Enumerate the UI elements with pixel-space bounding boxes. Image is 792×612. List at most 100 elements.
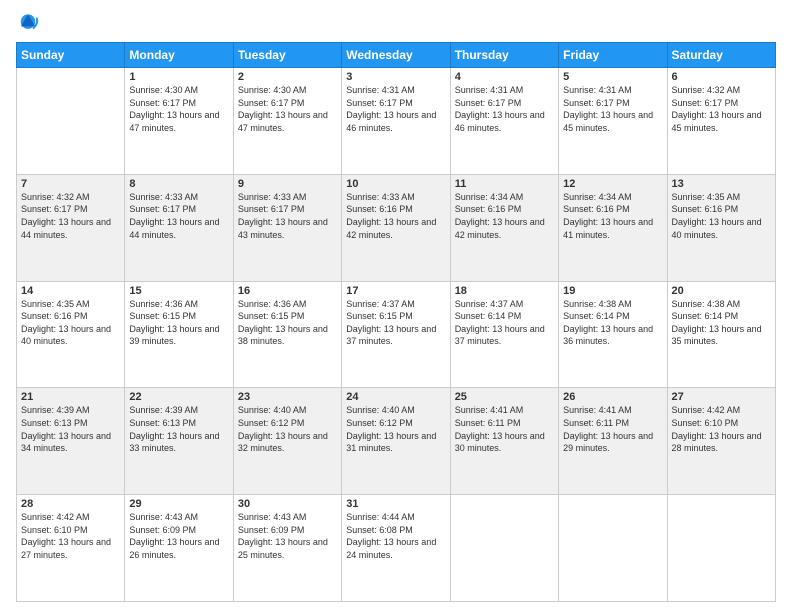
calendar-cell: 27Sunrise: 4:42 AM Sunset: 6:10 PM Dayli… <box>667 388 775 495</box>
calendar-cell: 7Sunrise: 4:32 AM Sunset: 6:17 PM Daylig… <box>17 174 125 281</box>
day-info: Sunrise: 4:32 AM Sunset: 6:17 PM Dayligh… <box>672 84 771 134</box>
day-info: Sunrise: 4:33 AM Sunset: 6:17 PM Dayligh… <box>129 191 228 241</box>
day-number: 4 <box>455 71 554 83</box>
calendar-cell: 26Sunrise: 4:41 AM Sunset: 6:11 PM Dayli… <box>559 388 667 495</box>
calendar-cell: 3Sunrise: 4:31 AM Sunset: 6:17 PM Daylig… <box>342 68 450 175</box>
calendar-cell: 24Sunrise: 4:40 AM Sunset: 6:12 PM Dayli… <box>342 388 450 495</box>
day-info: Sunrise: 4:42 AM Sunset: 6:10 PM Dayligh… <box>21 511 120 561</box>
day-number: 11 <box>455 178 554 190</box>
weekday-header-thursday: Thursday <box>450 43 558 68</box>
day-number: 7 <box>21 178 120 190</box>
day-info: Sunrise: 4:33 AM Sunset: 6:16 PM Dayligh… <box>346 191 445 241</box>
day-number: 14 <box>21 285 120 297</box>
day-number: 16 <box>238 285 337 297</box>
weekday-header-row: SundayMondayTuesdayWednesdayThursdayFrid… <box>17 43 776 68</box>
day-info: Sunrise: 4:34 AM Sunset: 6:16 PM Dayligh… <box>455 191 554 241</box>
day-info: Sunrise: 4:35 AM Sunset: 6:16 PM Dayligh… <box>21 298 120 348</box>
calendar-cell: 20Sunrise: 4:38 AM Sunset: 6:14 PM Dayli… <box>667 281 775 388</box>
day-number: 6 <box>672 71 771 83</box>
calendar-cell: 9Sunrise: 4:33 AM Sunset: 6:17 PM Daylig… <box>233 174 341 281</box>
page: SundayMondayTuesdayWednesdayThursdayFrid… <box>0 0 792 612</box>
week-row-2: 7Sunrise: 4:32 AM Sunset: 6:17 PM Daylig… <box>17 174 776 281</box>
day-number: 27 <box>672 391 771 403</box>
calendar-cell: 16Sunrise: 4:36 AM Sunset: 6:15 PM Dayli… <box>233 281 341 388</box>
calendar-cell: 21Sunrise: 4:39 AM Sunset: 6:13 PM Dayli… <box>17 388 125 495</box>
day-number: 12 <box>563 178 662 190</box>
day-info: Sunrise: 4:41 AM Sunset: 6:11 PM Dayligh… <box>563 404 662 454</box>
day-info: Sunrise: 4:39 AM Sunset: 6:13 PM Dayligh… <box>129 404 228 454</box>
day-number: 17 <box>346 285 445 297</box>
day-number: 10 <box>346 178 445 190</box>
day-number: 9 <box>238 178 337 190</box>
calendar-cell <box>450 495 558 602</box>
week-row-1: 1Sunrise: 4:30 AM Sunset: 6:17 PM Daylig… <box>17 68 776 175</box>
calendar-cell: 2Sunrise: 4:30 AM Sunset: 6:17 PM Daylig… <box>233 68 341 175</box>
day-number: 13 <box>672 178 771 190</box>
day-info: Sunrise: 4:32 AM Sunset: 6:17 PM Dayligh… <box>21 191 120 241</box>
day-number: 18 <box>455 285 554 297</box>
calendar-cell: 14Sunrise: 4:35 AM Sunset: 6:16 PM Dayli… <box>17 281 125 388</box>
day-number: 21 <box>21 391 120 403</box>
top-section <box>16 12 776 36</box>
calendar-cell: 13Sunrise: 4:35 AM Sunset: 6:16 PM Dayli… <box>667 174 775 281</box>
logo-area <box>16 12 44 36</box>
week-row-3: 14Sunrise: 4:35 AM Sunset: 6:16 PM Dayli… <box>17 281 776 388</box>
weekday-header-tuesday: Tuesday <box>233 43 341 68</box>
weekday-header-friday: Friday <box>559 43 667 68</box>
calendar-table: SundayMondayTuesdayWednesdayThursdayFrid… <box>16 42 776 602</box>
logo-icon <box>16 12 40 36</box>
calendar-cell: 23Sunrise: 4:40 AM Sunset: 6:12 PM Dayli… <box>233 388 341 495</box>
day-info: Sunrise: 4:30 AM Sunset: 6:17 PM Dayligh… <box>129 84 228 134</box>
day-info: Sunrise: 4:38 AM Sunset: 6:14 PM Dayligh… <box>672 298 771 348</box>
calendar-cell: 29Sunrise: 4:43 AM Sunset: 6:09 PM Dayli… <box>125 495 233 602</box>
day-info: Sunrise: 4:31 AM Sunset: 6:17 PM Dayligh… <box>455 84 554 134</box>
day-info: Sunrise: 4:44 AM Sunset: 6:08 PM Dayligh… <box>346 511 445 561</box>
day-number: 15 <box>129 285 228 297</box>
calendar-cell: 19Sunrise: 4:38 AM Sunset: 6:14 PM Dayli… <box>559 281 667 388</box>
calendar-cell: 12Sunrise: 4:34 AM Sunset: 6:16 PM Dayli… <box>559 174 667 281</box>
day-info: Sunrise: 4:39 AM Sunset: 6:13 PM Dayligh… <box>21 404 120 454</box>
calendar-cell: 15Sunrise: 4:36 AM Sunset: 6:15 PM Dayli… <box>125 281 233 388</box>
calendar-cell: 18Sunrise: 4:37 AM Sunset: 6:14 PM Dayli… <box>450 281 558 388</box>
calendar-cell: 5Sunrise: 4:31 AM Sunset: 6:17 PM Daylig… <box>559 68 667 175</box>
day-number: 28 <box>21 498 120 510</box>
week-row-5: 28Sunrise: 4:42 AM Sunset: 6:10 PM Dayli… <box>17 495 776 602</box>
day-info: Sunrise: 4:42 AM Sunset: 6:10 PM Dayligh… <box>672 404 771 454</box>
calendar-cell: 1Sunrise: 4:30 AM Sunset: 6:17 PM Daylig… <box>125 68 233 175</box>
calendar-cell: 25Sunrise: 4:41 AM Sunset: 6:11 PM Dayli… <box>450 388 558 495</box>
day-info: Sunrise: 4:30 AM Sunset: 6:17 PM Dayligh… <box>238 84 337 134</box>
day-info: Sunrise: 4:31 AM Sunset: 6:17 PM Dayligh… <box>346 84 445 134</box>
calendar-cell <box>667 495 775 602</box>
day-info: Sunrise: 4:40 AM Sunset: 6:12 PM Dayligh… <box>346 404 445 454</box>
day-info: Sunrise: 4:40 AM Sunset: 6:12 PM Dayligh… <box>238 404 337 454</box>
day-info: Sunrise: 4:36 AM Sunset: 6:15 PM Dayligh… <box>129 298 228 348</box>
week-row-4: 21Sunrise: 4:39 AM Sunset: 6:13 PM Dayli… <box>17 388 776 495</box>
day-info: Sunrise: 4:41 AM Sunset: 6:11 PM Dayligh… <box>455 404 554 454</box>
day-info: Sunrise: 4:35 AM Sunset: 6:16 PM Dayligh… <box>672 191 771 241</box>
day-number: 1 <box>129 71 228 83</box>
day-number: 30 <box>238 498 337 510</box>
day-number: 29 <box>129 498 228 510</box>
weekday-header-sunday: Sunday <box>17 43 125 68</box>
day-number: 26 <box>563 391 662 403</box>
day-info: Sunrise: 4:36 AM Sunset: 6:15 PM Dayligh… <box>238 298 337 348</box>
day-info: Sunrise: 4:43 AM Sunset: 6:09 PM Dayligh… <box>129 511 228 561</box>
day-number: 2 <box>238 71 337 83</box>
calendar-cell: 28Sunrise: 4:42 AM Sunset: 6:10 PM Dayli… <box>17 495 125 602</box>
weekday-header-saturday: Saturday <box>667 43 775 68</box>
day-number: 31 <box>346 498 445 510</box>
day-number: 8 <box>129 178 228 190</box>
calendar-cell: 30Sunrise: 4:43 AM Sunset: 6:09 PM Dayli… <box>233 495 341 602</box>
day-number: 25 <box>455 391 554 403</box>
day-info: Sunrise: 4:38 AM Sunset: 6:14 PM Dayligh… <box>563 298 662 348</box>
calendar-cell: 22Sunrise: 4:39 AM Sunset: 6:13 PM Dayli… <box>125 388 233 495</box>
day-number: 3 <box>346 71 445 83</box>
weekday-header-monday: Monday <box>125 43 233 68</box>
day-info: Sunrise: 4:34 AM Sunset: 6:16 PM Dayligh… <box>563 191 662 241</box>
day-number: 19 <box>563 285 662 297</box>
calendar-cell <box>17 68 125 175</box>
calendar-cell: 10Sunrise: 4:33 AM Sunset: 6:16 PM Dayli… <box>342 174 450 281</box>
day-info: Sunrise: 4:33 AM Sunset: 6:17 PM Dayligh… <box>238 191 337 241</box>
day-info: Sunrise: 4:37 AM Sunset: 6:14 PM Dayligh… <box>455 298 554 348</box>
calendar-cell: 4Sunrise: 4:31 AM Sunset: 6:17 PM Daylig… <box>450 68 558 175</box>
